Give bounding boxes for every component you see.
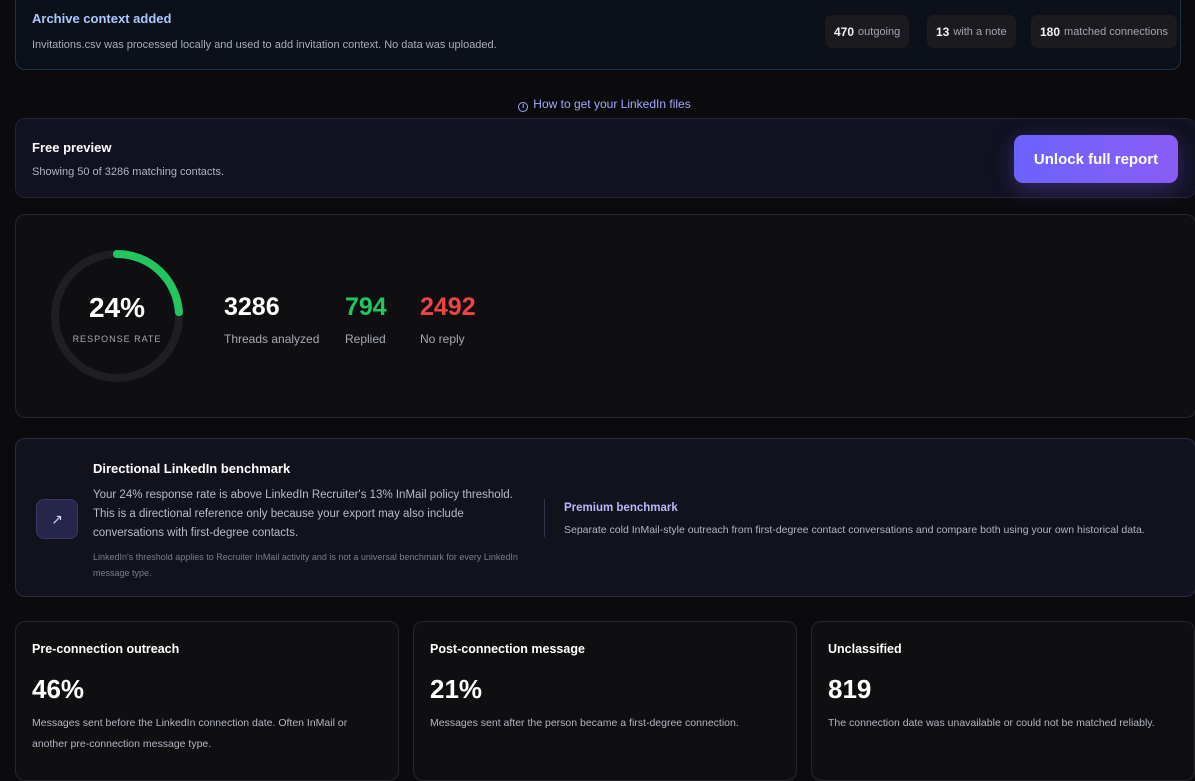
category-title: Pre-connection outreach: [32, 642, 180, 656]
response-rate-card: 24% RESPONSE RATE 3286 Threads analyzed …: [15, 214, 1195, 418]
metric-value: 2492: [420, 293, 476, 321]
metric-value: 3286: [224, 293, 280, 321]
benchmark-note: LinkedIn's threshold applies to Recruite…: [93, 552, 518, 578]
category-value: 46%: [32, 674, 85, 704]
stat-label: with a note: [953, 25, 1007, 38]
response-rate-value: 24%: [88, 292, 146, 323]
free-preview-banner: Free preview Showing 50 of 3286 matching…: [15, 118, 1195, 198]
metric-no-reply: 2492 No reply: [420, 293, 476, 346]
stat-value: 470: [834, 24, 855, 39]
benchmark-card: ↗ Directional LinkedIn benchmark Your 24…: [15, 438, 1195, 597]
category-title: Post-connection message: [430, 642, 585, 656]
info-icon: i: [518, 102, 529, 112]
stat-with-note: 13 with a note: [927, 15, 1016, 48]
metric-threads-analyzed: 3286 Threads analyzed: [224, 293, 319, 346]
metric-label: Replied: [345, 332, 386, 346]
premium-benchmark-description: Separate cold InMail-style outreach from…: [564, 524, 1145, 536]
stat-value: 13: [936, 24, 950, 39]
metric-value: 794: [345, 293, 387, 321]
category-card-unclassified: Unclassified 819 The connection date was…: [811, 621, 1195, 781]
how-to-label: How to get your LinkedIn files: [533, 97, 691, 111]
stat-value: 180: [1040, 24, 1061, 39]
category-title: Unclassified: [828, 642, 902, 656]
stat-label: outgoing: [858, 25, 901, 38]
archive-title: Archive context added: [32, 11, 172, 26]
category-description: The connection date was unavailable or c…: [828, 717, 1155, 729]
metric-label: Threads analyzed: [224, 332, 320, 346]
archive-context-banner: Archive context added Invitations.csv wa…: [15, 0, 1181, 70]
metric-replied: 794 Replied: [345, 293, 387, 346]
category-card-post-connection: Post-connection message 21% Messages sen…: [413, 621, 797, 781]
unlock-full-report-button[interactable]: Unlock full report: [1014, 135, 1178, 183]
preview-title: Free preview: [32, 140, 112, 155]
stat-label: matched connections: [1064, 25, 1168, 38]
archive-description: Invitations.csv was processed locally an…: [32, 39, 497, 51]
category-description: Messages sent before the LinkedIn connec…: [32, 717, 348, 750]
preview-description: Showing 50 of 3286 matching contacts.: [32, 166, 225, 178]
how-to-get-files-link[interactable]: i How to get your LinkedIn files: [0, 97, 1195, 112]
divider: [544, 499, 545, 537]
metric-label: No reply: [420, 332, 465, 346]
response-rate-caption: RESPONSE RATE: [72, 334, 162, 344]
category-value: 819: [828, 674, 872, 704]
benchmark-title: Directional LinkedIn benchmark: [93, 461, 291, 476]
benchmark-body: Your 24% response rate is above LinkedIn…: [93, 489, 513, 539]
category-card-pre-connection: Pre-connection outreach 46% Messages sen…: [15, 621, 399, 781]
premium-benchmark-title: Premium benchmark: [564, 502, 678, 514]
stat-matched-connections: 180 matched connections: [1031, 15, 1177, 48]
trend-arrow-icon: ↗: [36, 499, 78, 539]
stat-outgoing: 470 outgoing: [825, 15, 910, 48]
category-description: Messages sent after the person became a …: [430, 717, 739, 729]
category-value: 21%: [430, 674, 483, 704]
